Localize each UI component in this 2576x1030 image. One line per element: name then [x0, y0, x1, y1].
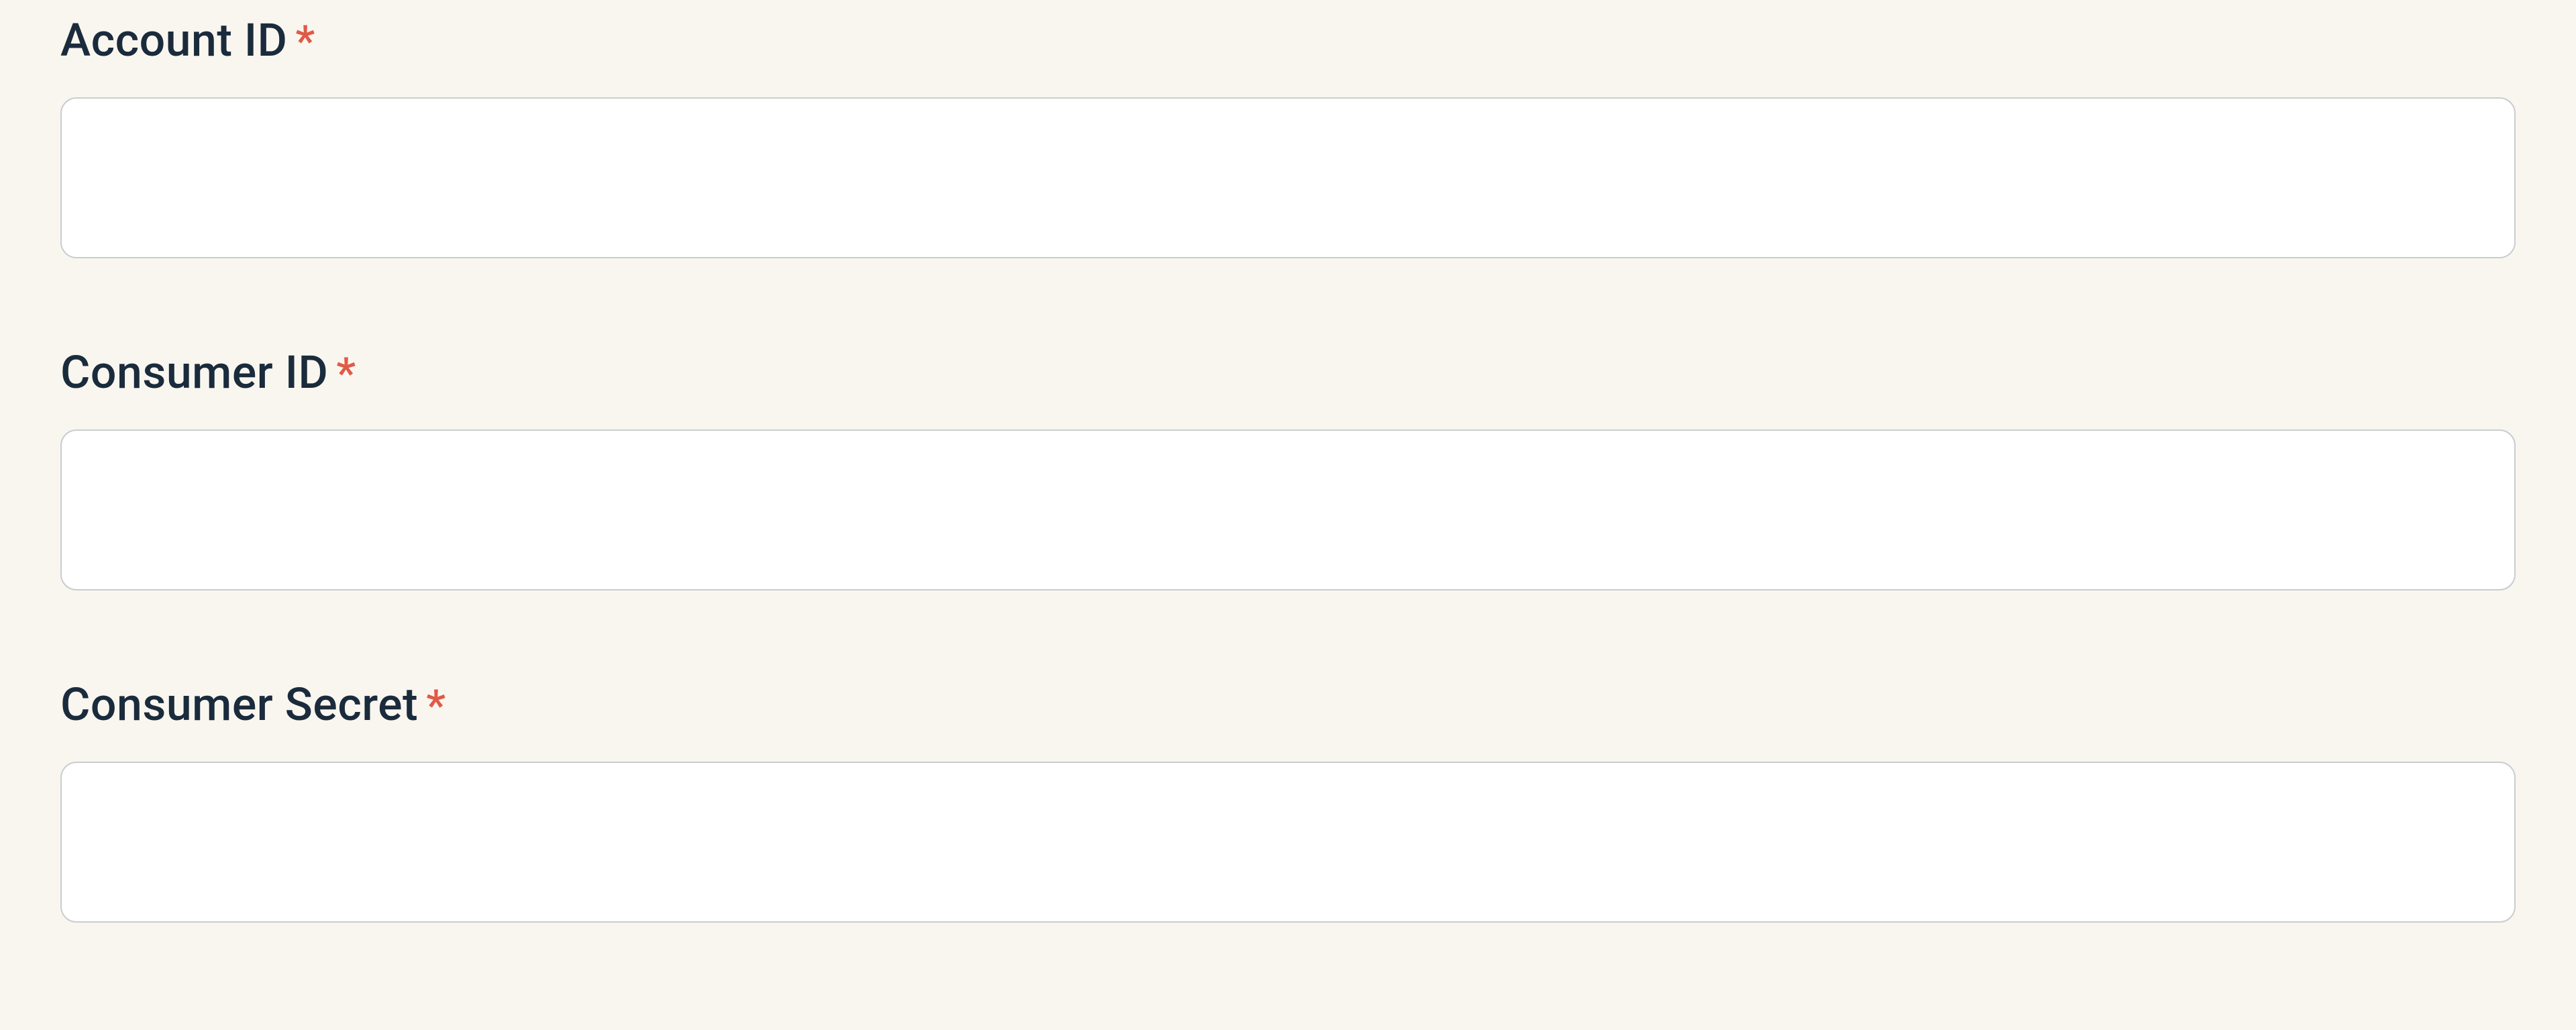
account-id-input[interactable]	[60, 97, 2516, 258]
consumer-id-group: Consumer ID *	[60, 346, 2516, 590]
required-asterisk-icon: *	[336, 348, 356, 399]
consumer-secret-label-row: Consumer Secret *	[60, 678, 2516, 731]
account-id-group: Account ID *	[60, 13, 2516, 258]
account-id-label-row: Account ID *	[60, 13, 2516, 67]
required-asterisk-icon: *	[426, 680, 445, 731]
required-asterisk-icon: *	[296, 16, 315, 66]
consumer-secret-label: Consumer Secret	[60, 678, 418, 731]
consumer-secret-group: Consumer Secret *	[60, 678, 2516, 923]
account-id-label: Account ID	[60, 13, 288, 67]
consumer-id-label-row: Consumer ID *	[60, 346, 2516, 399]
consumer-id-input[interactable]	[60, 429, 2516, 590]
consumer-id-label: Consumer ID	[60, 346, 328, 399]
consumer-secret-input[interactable]	[60, 762, 2516, 923]
